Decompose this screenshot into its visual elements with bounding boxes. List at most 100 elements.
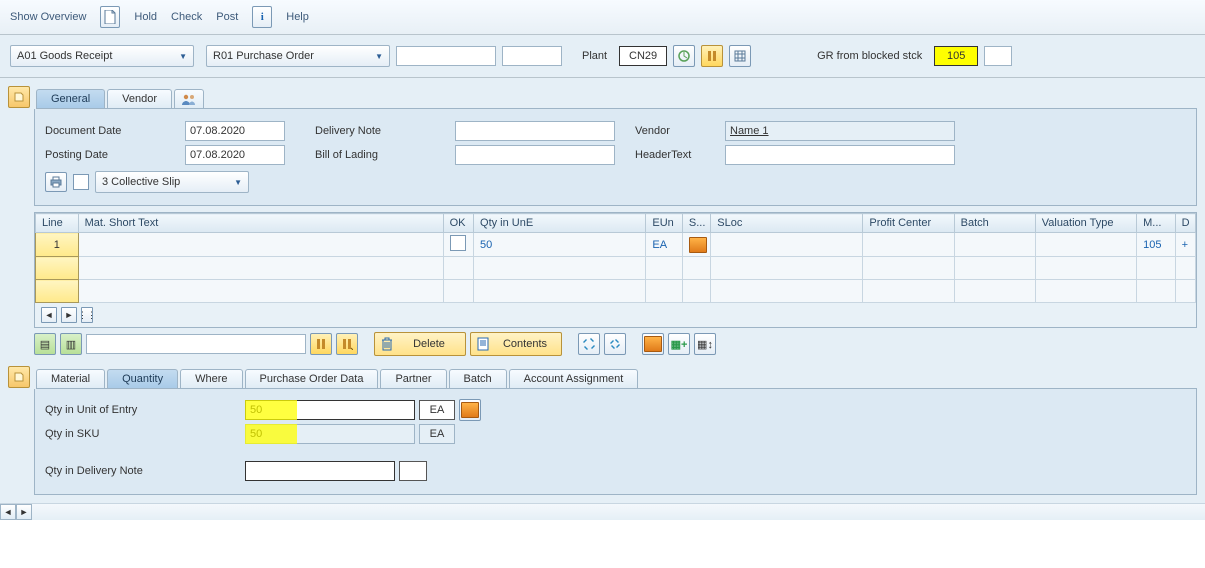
- cell-stock-icon[interactable]: [682, 233, 710, 257]
- bol-input[interactable]: [455, 145, 615, 165]
- cell-qty[interactable]: 50: [474, 233, 646, 257]
- window-scrollbar[interactable]: ◄ ►: [0, 503, 1205, 520]
- plant-field[interactable]: CN29: [619, 46, 667, 66]
- tab-partner-icon[interactable]: [174, 89, 204, 108]
- collapse-header-icon[interactable]: [8, 86, 30, 108]
- col-m[interactable]: M...: [1137, 214, 1176, 233]
- action-dropdown[interactable]: A01 Goods Receipt▼: [10, 45, 194, 67]
- slip-dropdown[interactable]: 3 Collective Slip▼: [95, 171, 249, 193]
- reference-dropdown[interactable]: R01 Purchase Order▼: [206, 45, 390, 67]
- new-document-icon[interactable]: [100, 6, 120, 28]
- copy-item-icon[interactable]: ▦↕: [694, 333, 716, 355]
- col-d[interactable]: D: [1175, 214, 1195, 233]
- col-line[interactable]: Line: [36, 214, 79, 233]
- cell-ok[interactable]: [443, 233, 473, 257]
- table-row[interactable]: 1 50 EA 105 +: [36, 233, 1196, 257]
- storage-icon: [689, 237, 707, 253]
- po-item-input[interactable]: [502, 46, 562, 66]
- help-link[interactable]: Help: [286, 11, 309, 23]
- expand-icon[interactable]: [578, 333, 600, 355]
- collective-slip-checkbox[interactable]: [73, 174, 89, 190]
- tab-batch[interactable]: Batch: [449, 369, 507, 388]
- detail-tabstrip: Material Quantity Where Purchase Order D…: [36, 366, 1197, 389]
- chevron-down-icon: ▼: [234, 178, 242, 187]
- collapse-detail-icon[interactable]: [8, 366, 30, 388]
- doc-date-label: Document Date: [45, 125, 185, 137]
- show-overview-link[interactable]: Show Overview: [10, 11, 86, 23]
- trash-icon: [381, 337, 393, 351]
- cell-sloc[interactable]: [711, 233, 863, 257]
- col-valuation-type[interactable]: Valuation Type: [1035, 214, 1136, 233]
- stock-detail-icon[interactable]: [459, 399, 481, 421]
- check-link[interactable]: Check: [171, 11, 202, 23]
- vendor-label: Vendor: [635, 125, 725, 137]
- header-form: Document Date Delivery Note Vendor Name …: [34, 109, 1197, 206]
- cell-batch[interactable]: [954, 233, 1035, 257]
- scroll-left-icon[interactable]: ◄: [41, 307, 57, 323]
- stock-overview-icon[interactable]: [642, 333, 664, 355]
- posting-date-input[interactable]: [185, 145, 285, 165]
- tab-material[interactable]: Material: [36, 369, 105, 388]
- execute-icon[interactable]: [673, 45, 695, 67]
- table-row[interactable]: [36, 257, 1196, 280]
- doc-date-input[interactable]: [185, 121, 285, 141]
- info-icon[interactable]: i: [252, 6, 272, 28]
- scroll-right-icon[interactable]: ►: [61, 307, 77, 323]
- scroll-left-icon[interactable]: ◄: [0, 504, 16, 520]
- find-next-icon[interactable]: [336, 333, 358, 355]
- scroll-settings-icon[interactable]: ⋮⋮: [81, 307, 93, 323]
- headertext-input[interactable]: [725, 145, 955, 165]
- cell-line[interactable]: 1: [36, 233, 79, 257]
- find-input[interactable]: [86, 334, 306, 354]
- po-number-input[interactable]: [396, 46, 496, 66]
- qty-sku-uom: EA: [419, 424, 455, 444]
- tab-partner[interactable]: Partner: [380, 369, 446, 388]
- collapse-icon[interactable]: [604, 333, 626, 355]
- qty-deliv-note-input[interactable]: [245, 461, 395, 481]
- scroll-right-icon[interactable]: ►: [16, 504, 32, 520]
- qty-unit-entry-input[interactable]: [245, 400, 415, 420]
- tab-vendor[interactable]: Vendor: [107, 89, 172, 108]
- cell-line-empty[interactable]: [36, 280, 79, 303]
- col-profit-center[interactable]: Profit Center: [863, 214, 954, 233]
- chevron-down-icon: ▼: [179, 52, 187, 61]
- col-mat-short-text[interactable]: Mat. Short Text: [78, 214, 443, 233]
- tab-general[interactable]: General: [36, 89, 105, 108]
- contents-label: Contents: [495, 338, 555, 350]
- qty-sku-value: [245, 424, 415, 444]
- col-ok[interactable]: OK: [443, 214, 473, 233]
- cell-profit[interactable]: [863, 233, 954, 257]
- col-eun[interactable]: EUn: [646, 214, 683, 233]
- col-sloc[interactable]: SLoc: [711, 214, 863, 233]
- hold-link[interactable]: Hold: [134, 11, 157, 23]
- movement-type-field[interactable]: 105: [934, 46, 978, 66]
- print-icon[interactable]: [45, 172, 67, 192]
- add-item-icon[interactable]: ▦+: [668, 333, 690, 355]
- find-icon[interactable]: [310, 333, 332, 355]
- tab-account-assignment[interactable]: Account Assignment: [509, 369, 639, 388]
- chevron-down-icon: ▼: [375, 52, 383, 61]
- post-link[interactable]: Post: [216, 11, 238, 23]
- tab-po-data[interactable]: Purchase Order Data: [245, 369, 379, 388]
- qty-deliv-note-uom[interactable]: [399, 461, 427, 481]
- mvt-extra-input[interactable]: [984, 46, 1012, 66]
- contents-button[interactable]: Contents: [470, 332, 562, 356]
- col-s[interactable]: S...: [682, 214, 710, 233]
- col-qty-une[interactable]: Qty in UnE: [474, 214, 646, 233]
- col-batch[interactable]: Batch: [954, 214, 1035, 233]
- tab-quantity[interactable]: Quantity: [107, 369, 178, 388]
- deselect-all-icon[interactable]: ▥: [60, 333, 82, 355]
- select-all-icon[interactable]: ▤: [34, 333, 56, 355]
- table-row[interactable]: [36, 280, 1196, 303]
- cell-valtype[interactable]: [1035, 233, 1136, 257]
- qty-sku-label: Qty in SKU: [45, 428, 245, 440]
- delivery-note-input[interactable]: [455, 121, 615, 141]
- cell-mat-text[interactable]: [78, 233, 443, 257]
- layout-icon[interactable]: [729, 45, 751, 67]
- tab-where[interactable]: Where: [180, 369, 242, 388]
- delete-button[interactable]: Delete: [374, 332, 466, 356]
- cell-line-empty[interactable]: [36, 257, 79, 280]
- plant-label: Plant: [582, 50, 607, 62]
- headertext-label: HeaderText: [635, 149, 725, 161]
- find-icon[interactable]: [701, 45, 723, 67]
